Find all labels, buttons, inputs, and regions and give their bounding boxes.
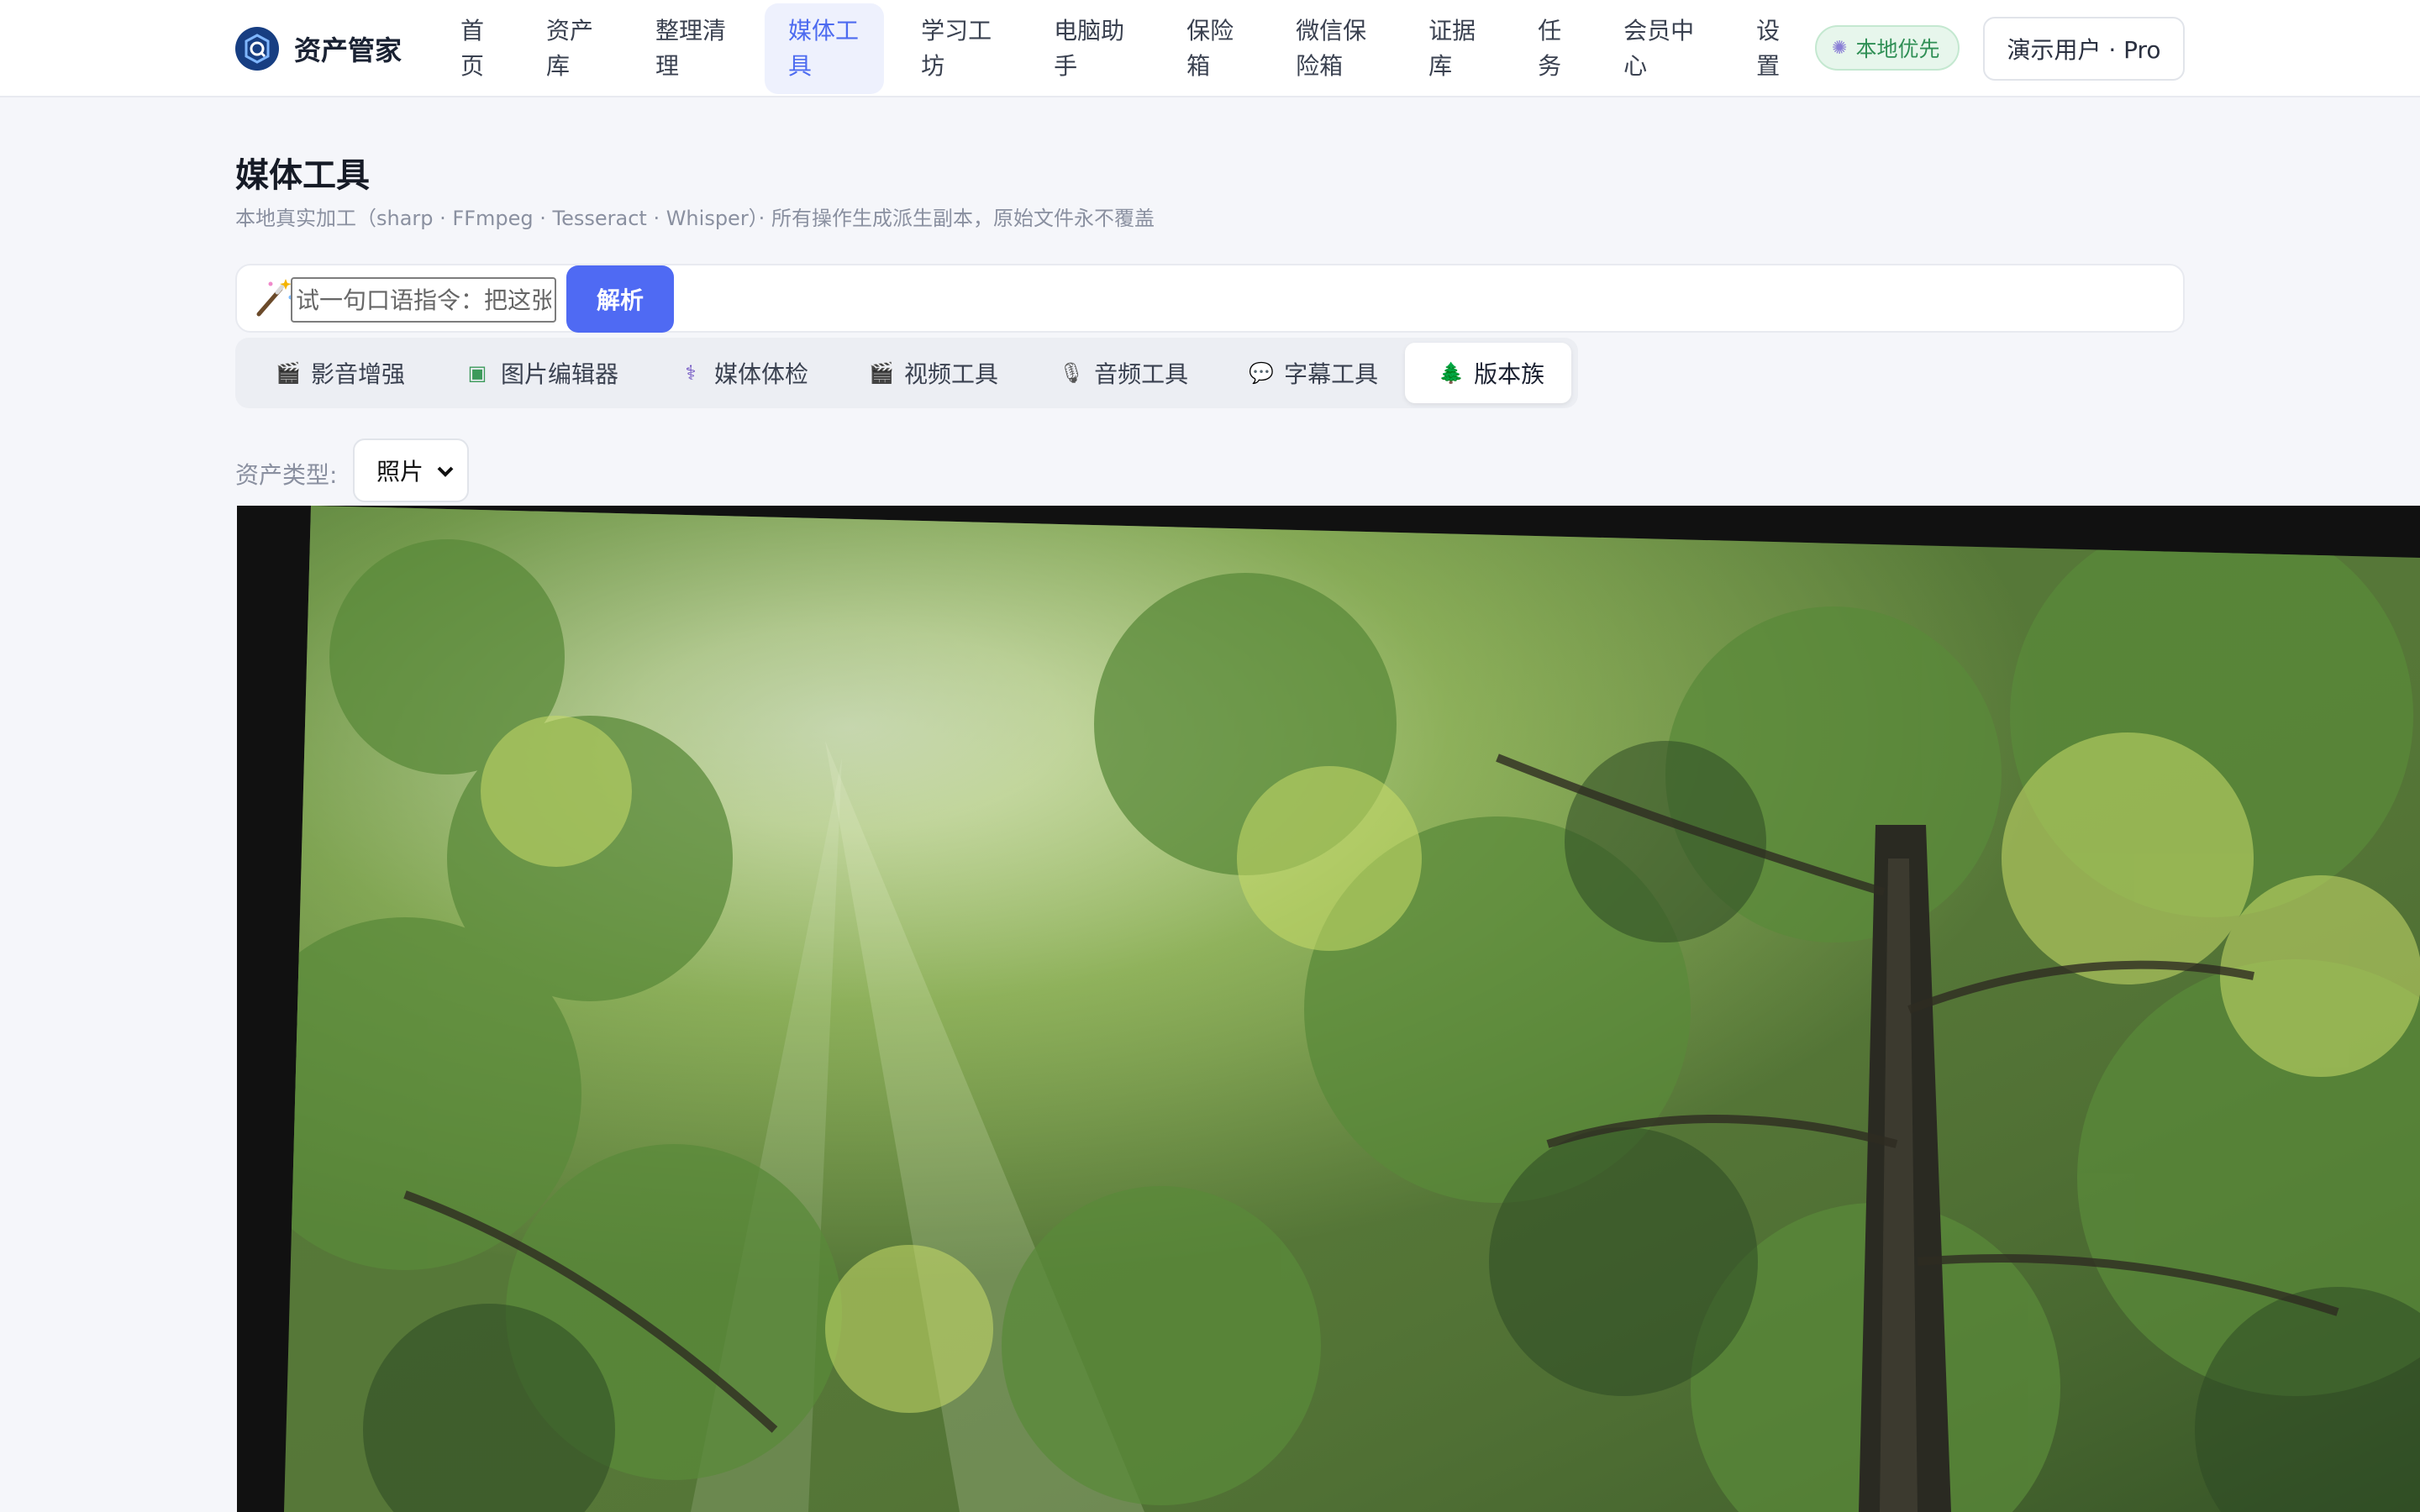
page-title: 媒体工具 (235, 156, 370, 195)
app-logo-icon (235, 27, 279, 71)
tab-image-editor[interactable]: ▣ 图片编辑器 (432, 343, 645, 403)
photo-preview (237, 506, 2420, 1512)
tab-subtitle-tools[interactable]: 💬 字幕工具 (1215, 343, 1405, 403)
stethoscope-icon: ⚕ (685, 361, 697, 385)
page-subtitle: 本地真实加工（sharp · FFmpeg · Tesseract · Whis… (235, 207, 1155, 230)
main-nav: 首页 资产库 整理清理 媒体工具 学习工坊 电脑助手 保险箱 微信保 险箱 证据库… (437, 0, 1818, 97)
local-first-badge: ✺ 本地优先 (1815, 25, 1960, 71)
nav-item-learning[interactable]: 学习工坊 (897, 3, 1017, 94)
tab-audio-tools[interactable]: 🎙 音频工具 (1025, 343, 1215, 403)
nav-item-pc-assistant[interactable]: 电脑助手 (1030, 3, 1150, 94)
nav-item-vault[interactable]: 保险箱 (1163, 3, 1259, 94)
clapper-icon: 🎬 (869, 361, 894, 385)
nav-item-wechat-vault[interactable]: 微信保 险箱 (1272, 3, 1392, 94)
nav-item-settings[interactable]: 设置 (1733, 3, 1805, 94)
picture-icon: ▣ (467, 361, 487, 385)
nav-item-media-tools[interactable]: 媒体工具 (765, 3, 885, 94)
nav-item-home[interactable]: 首页 (437, 3, 509, 94)
magic-wand-icon (256, 279, 293, 317)
forest-photo-image (284, 506, 2420, 1512)
nav-item-membership[interactable]: 会员中心 (1600, 3, 1719, 94)
tab-media-checkup[interactable]: ⚕ 媒体体检 (645, 343, 835, 403)
nav-item-evidence[interactable]: 证据库 (1405, 3, 1501, 94)
app-name: 资产管家 (294, 34, 402, 66)
tab-av-enhance[interactable]: 🎬 影音增强 (242, 343, 432, 403)
command-input[interactable] (291, 277, 556, 323)
tab-version-family[interactable]: 🌲 版本族 (1405, 343, 1572, 403)
microphone-icon: 🎙 (1059, 361, 1085, 385)
media-tool-tabs: 🎬 影音增强 ▣ 图片编辑器 ⚕ 媒体体检 🎬 视频工具 🎙 音频工具 💬 字幕… (235, 338, 1579, 408)
parse-button[interactable]: 解析 (566, 265, 674, 333)
tree-icon: 🌲 (1439, 361, 1464, 385)
nav-item-asset-library[interactable]: 资产库 (523, 3, 618, 94)
user-menu-button[interactable]: 演示用户 · Pro (1983, 17, 2185, 81)
command-bar: 解析 (235, 264, 2185, 333)
asset-type-select[interactable]: 照片 (353, 438, 469, 502)
top-navigation-bar: 资产管家 首页 资产库 整理清理 媒体工具 学习工坊 电脑助手 保险箱 微信保险… (0, 0, 2420, 97)
asset-type-label: 资产类型: (235, 461, 338, 489)
app-logo[interactable]: 资产管家 (235, 25, 402, 72)
sparkle-icon: ✺ (1832, 37, 1848, 59)
chevron-down-icon (437, 466, 454, 477)
tab-video-tools[interactable]: 🎬 视频工具 (835, 343, 1025, 403)
speech-bubble-icon: 💬 (1249, 361, 1274, 385)
clapper-icon: 🎬 (276, 361, 301, 385)
nav-item-organize[interactable]: 整理清理 (632, 3, 751, 94)
nav-item-tasks[interactable]: 任务 (1514, 3, 1586, 94)
